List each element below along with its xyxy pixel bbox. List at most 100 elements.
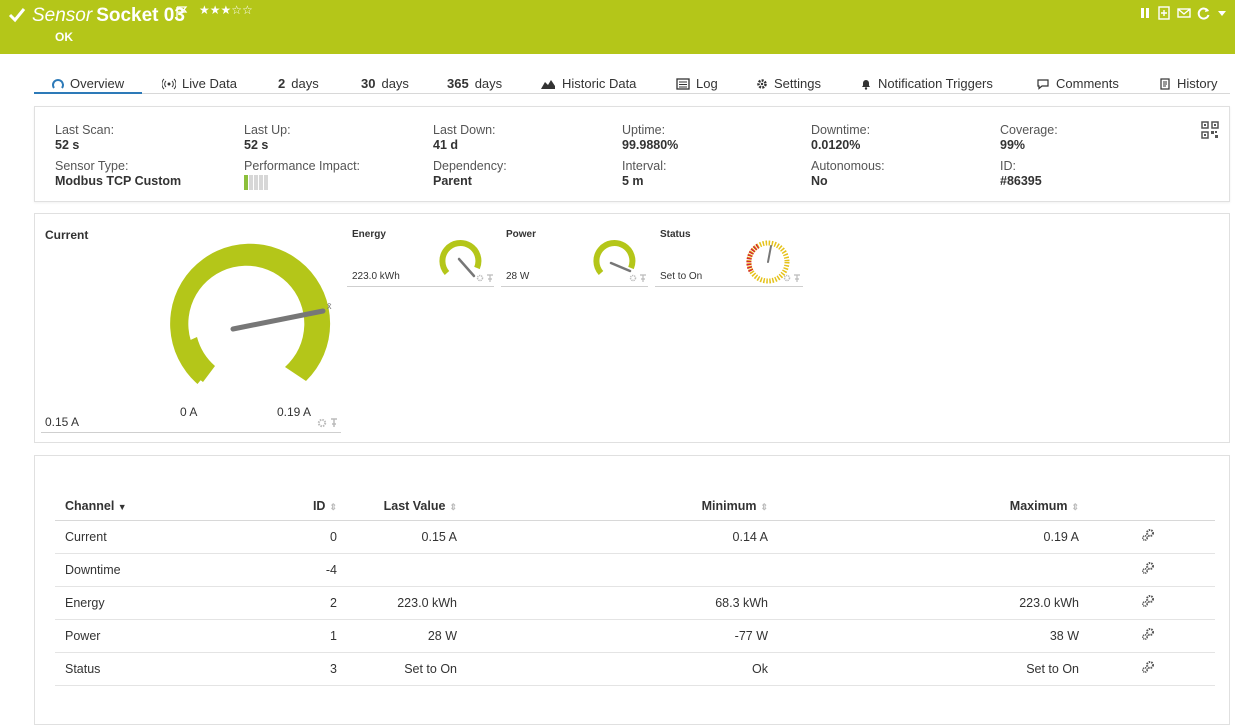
cell-maximum: 223.0 kWh: [768, 586, 1079, 620]
info-value: 0.0120%: [811, 138, 861, 152]
impact-bar: [244, 175, 248, 190]
sensor-header: Sensor Socket 03 ★★★☆☆ OK: [0, 0, 1235, 54]
info-interval: Interval: 5 m: [622, 159, 666, 189]
header-actions: [1079, 492, 1215, 521]
log-icon: [676, 77, 690, 90]
info-dependency: Dependency: Parent: [433, 159, 507, 189]
info-value: 52 s: [244, 138, 269, 152]
table-row[interactable]: Downtime -4: [55, 553, 1215, 587]
sort-icon: ⇕: [760, 501, 768, 512]
header-label: Last Value: [383, 498, 446, 513]
info-performance-impact: Performance Impact:: [244, 159, 360, 190]
caret-down-icon[interactable]: [1217, 6, 1227, 20]
cell-minimum: 68.3 kWh: [457, 586, 768, 620]
info-label: Interval:: [622, 159, 667, 173]
channel-settings-icon[interactable]: [1141, 627, 1155, 641]
info-value: 52 s: [55, 138, 80, 152]
power-gauge-value: 28 W: [506, 271, 530, 282]
cell-channel[interactable]: Power: [55, 619, 275, 653]
qr-code-icon[interactable]: [1201, 121, 1219, 139]
header-actions: [1139, 6, 1227, 20]
sort-icon: ⇕: [1071, 501, 1079, 512]
info-value: Modbus TCP Custom: [55, 174, 182, 188]
channel-settings-icon[interactable]: [1141, 660, 1155, 674]
status-gauge-title: Status: [660, 229, 691, 240]
info-label: Last Up:: [244, 123, 291, 137]
header-label: Channel: [65, 498, 115, 513]
gauge-tools-icon[interactable]: [317, 418, 341, 428]
channel-settings-icon[interactable]: [1141, 594, 1155, 608]
cell-minimum: 0.14 A: [457, 520, 768, 554]
info-autonomous: Autonomous: No: [811, 159, 885, 189]
header-channel[interactable]: Channel ▼: [55, 492, 275, 521]
tab-365-days[interactable]: 365 days: [447, 76, 502, 91]
cell-last-value: 223.0 kWh: [337, 586, 457, 620]
cell-id: 0: [275, 520, 337, 554]
clone-icon[interactable]: [1157, 6, 1171, 20]
channel-settings-icon[interactable]: [1141, 528, 1155, 542]
cell-maximum: [768, 553, 1079, 587]
priority-stars[interactable]: ★★★☆☆: [199, 3, 253, 17]
table-row[interactable]: Current 0 0.15 A 0.14 A 0.19 A: [55, 520, 1215, 554]
tab-label: History: [1177, 76, 1218, 91]
flag-icon[interactable]: [176, 6, 188, 18]
tab-history[interactable]: History: [1159, 76, 1217, 91]
info-sensor-type: Sensor Type: Modbus TCP Custom: [55, 159, 181, 189]
sensor-info-panel: Last Scan: 52 s Last Up: 52 s Last Down:…: [34, 106, 1230, 202]
cell-last-value: 0.15 A: [337, 520, 457, 554]
header-maximum[interactable]: Maximum ⇕: [768, 492, 1079, 521]
info-last-up: Last Up: 52 s: [244, 123, 291, 153]
table-row[interactable]: Energy 2 223.0 kWh 68.3 kWh 223.0 kWh: [55, 586, 1215, 620]
sensor-name[interactable]: Socket 03: [96, 5, 185, 26]
info-coverage: Coverage: 99%: [1000, 123, 1058, 153]
current-gauge-title: Current: [45, 228, 89, 242]
table-row[interactable]: Status 3 Set to On Ok Set to On: [55, 652, 1215, 686]
cell-actions: [1079, 652, 1215, 686]
gauge-tools-icon[interactable]: [476, 274, 496, 282]
tab-2-days[interactable]: 2 days: [278, 76, 319, 91]
sort-icon: ⇕: [449, 501, 457, 512]
info-label: Downtime:: [811, 123, 871, 137]
table-row[interactable]: Power 1 28 W -77 W 38 W: [55, 619, 1215, 653]
gauge-divider: [501, 286, 648, 287]
cell-channel[interactable]: Status: [55, 652, 275, 686]
info-value: 5 m: [622, 174, 644, 188]
header-last-value[interactable]: Last Value ⇕: [337, 492, 457, 521]
cell-actions: [1079, 520, 1215, 554]
cell-channel[interactable]: Current: [55, 520, 275, 554]
gauges-panel: Current x̄ 0 A 0.19 A 0.15 A Energy 223.…: [34, 213, 1230, 443]
info-id: ID: #86395: [1000, 159, 1042, 189]
cell-actions: [1079, 553, 1215, 587]
settings-icon: [757, 78, 767, 89]
gauge-tools-icon[interactable]: [629, 274, 649, 282]
header-minimum[interactable]: Minimum ⇕: [457, 492, 768, 521]
tab-30-days[interactable]: 30 days: [361, 76, 409, 91]
info-value[interactable]: Parent: [433, 174, 507, 189]
tab-comments[interactable]: Comments: [1036, 76, 1119, 91]
tab-bar: Overview Live Data 2 days 30 days 365 days …: [34, 70, 1230, 94]
info-label: Performance Impact:: [244, 159, 361, 173]
header-id[interactable]: ID ⇕: [275, 492, 337, 521]
gauge-divider: [41, 432, 341, 433]
info-value: 99.9880%: [622, 138, 679, 152]
tab-overview[interactable]: Overview: [52, 76, 124, 91]
info-value: 99%: [1000, 138, 1026, 152]
cell-actions: [1079, 586, 1215, 620]
tab-settings[interactable]: Settings: [756, 76, 821, 91]
gauge-tools-icon[interactable]: [783, 274, 803, 282]
refresh-icon[interactable]: [1197, 6, 1211, 20]
tab-log[interactable]: Log: [676, 76, 718, 91]
pause-icon[interactable]: [1139, 6, 1151, 20]
tab-label: Comments: [1056, 76, 1119, 91]
tab-historic-data[interactable]: Historic Data: [540, 76, 636, 91]
mail-icon[interactable]: [1177, 6, 1191, 20]
channel-settings-icon[interactable]: [1141, 561, 1155, 575]
cell-channel[interactable]: Downtime: [55, 553, 275, 587]
energy-gauge-value: 223.0 kWh: [352, 271, 400, 282]
tab-number: 365: [447, 76, 469, 91]
tab-live-data[interactable]: Live Data: [162, 76, 237, 91]
cell-channel[interactable]: Energy: [55, 586, 275, 620]
tab-number: 30: [361, 76, 376, 91]
tab-notification-triggers[interactable]: Notification Triggers: [860, 76, 993, 91]
cell-minimum: Ok: [457, 652, 768, 686]
